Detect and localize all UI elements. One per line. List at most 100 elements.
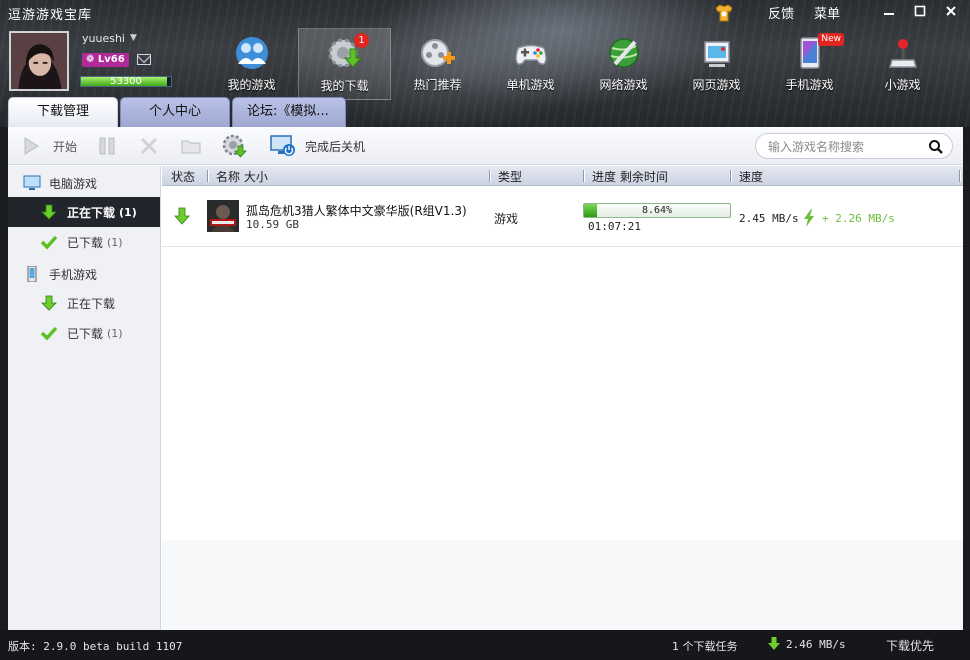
- sidebar-item-count: (1): [107, 235, 123, 249]
- column-separator: [489, 170, 491, 182]
- minimize-icon[interactable]: [873, 0, 904, 22]
- web-game-icon: [703, 41, 730, 67]
- download-arrow-icon: [41, 204, 57, 220]
- column-progress[interactable]: 进度 剩余时间: [592, 168, 668, 185]
- nav-single-player[interactable]: 单机游戏: [484, 28, 577, 100]
- delete-icon: [140, 137, 158, 155]
- game-size: 10.59 GB: [246, 218, 299, 231]
- monitor-power-icon: [270, 135, 295, 156]
- search-input[interactable]: [768, 138, 918, 155]
- top-links: 反馈 菜单: [714, 3, 840, 22]
- download-list: 状态 名称 大小 类型 进度 剩余时间 速度 孤岛危机3猎人繁体中文豪华版(R组…: [162, 166, 963, 540]
- menu-link[interactable]: 菜单: [814, 3, 840, 22]
- settings-button[interactable]: [221, 133, 247, 159]
- joystick-icon: [888, 39, 917, 68]
- task-count: 1 个下载任务: [672, 640, 738, 653]
- sidebar-item-label: 正在下载: [67, 296, 116, 311]
- nav-label: 手机游戏: [785, 78, 834, 92]
- sidebar-group-label: 手机游戏: [49, 267, 98, 282]
- avatar-image: [11, 33, 67, 89]
- exp-value: 53300: [110, 76, 142, 87]
- nav-label: 热门推荐: [413, 78, 462, 92]
- nav-label: 小游戏: [884, 78, 921, 92]
- column-type[interactable]: 类型: [498, 168, 522, 185]
- hot-film-icon: [420, 39, 455, 67]
- pause-button[interactable]: [96, 133, 118, 159]
- download-speed: 2.45 MB/s: [739, 212, 799, 225]
- tab-personal-center[interactable]: 个人中心: [120, 97, 230, 127]
- window-controls: [873, 0, 966, 22]
- column-name-size[interactable]: 名称 大小: [216, 168, 268, 185]
- column-separator: [730, 170, 732, 182]
- close-icon[interactable]: [935, 0, 966, 22]
- total-speed: 2.46 MB/s: [786, 638, 846, 651]
- sidebar-item-label: 正在下载: [67, 205, 116, 220]
- tab-download-manager[interactable]: 下载管理: [8, 97, 118, 127]
- nav-mini-games[interactable]: 小游戏: [856, 28, 949, 100]
- open-folder-button[interactable]: [180, 133, 202, 159]
- level-text: Lv66: [97, 54, 125, 65]
- sidebar-item-mobile-downloaded[interactable]: 已下载 (1): [8, 318, 160, 348]
- user-dropdown-icon[interactable]: ▼: [130, 33, 137, 43]
- list-empty-area: [162, 540, 963, 630]
- nav-label: 网页游戏: [692, 78, 741, 92]
- start-label: 开始: [53, 139, 78, 154]
- tab-forum[interactable]: 论坛:《模拟...: [232, 97, 346, 127]
- nav-hot-picks[interactable]: 热门推荐: [391, 28, 484, 100]
- feedback-link[interactable]: 反馈: [768, 3, 794, 22]
- tab-bar: 下载管理 个人中心 论坛:《模拟...: [8, 97, 348, 127]
- nav-web-games[interactable]: 网页游戏: [670, 28, 763, 100]
- search-box: [755, 133, 953, 159]
- main-nav: 我的游戏 1 我的下载 热门推荐 单机游戏 网络游戏 网页游戏 New 手机游戏…: [205, 28, 949, 100]
- start-button[interactable]: 开始: [20, 133, 77, 159]
- download-panel: 开始 完成后关机 输入游戏名称搜索 电脑游戏 正在下载 (1) 已下载 (1) …: [8, 127, 963, 630]
- column-separator: [959, 170, 961, 182]
- delete-button[interactable]: [138, 133, 160, 159]
- nav-online-games[interactable]: 网络游戏: [577, 28, 670, 100]
- download-arrow-icon: [768, 637, 780, 650]
- window-frame-right: [963, 127, 970, 630]
- check-icon: [41, 235, 57, 250]
- sidebar-item-mobile-downloading[interactable]: 正在下载: [8, 288, 160, 318]
- exp-bar: 53300: [80, 76, 172, 87]
- shutdown-after-complete-button[interactable]: 完成后关机: [270, 133, 365, 159]
- column-speed[interactable]: 速度: [739, 168, 763, 185]
- nav-label: 我的下载: [320, 79, 369, 93]
- play-icon: [24, 137, 39, 155]
- download-priority-button[interactable]: 下载优先: [886, 637, 934, 654]
- nav-my-downloads[interactable]: 1 我的下载: [298, 28, 391, 100]
- gamepad-icon: [514, 44, 547, 65]
- nav-mobile-games[interactable]: New 手机游戏: [763, 28, 856, 100]
- sidebar-group-pc-games[interactable]: 电脑游戏: [8, 169, 160, 197]
- list-header: 状态 名称 大小 类型 进度 剩余时间 速度: [162, 166, 963, 186]
- pause-icon: [99, 137, 115, 155]
- table-row[interactable]: 孤岛危机3猎人繁体中文豪华版(R组V1.3) 10.59 GB 游戏 8.64%…: [162, 187, 963, 247]
- username[interactable]: yuueshi: [82, 32, 125, 45]
- nav-my-games[interactable]: 我的游戏: [205, 28, 298, 100]
- category-sidebar: 电脑游戏 正在下载 (1) 已下载 (1) 手机游戏 正在下载 已下载 (1): [8, 166, 161, 630]
- downloading-status-icon: [174, 207, 190, 225]
- mobile-phone-icon: [27, 266, 37, 282]
- sidebar-group-mobile-games[interactable]: 手机游戏: [8, 260, 160, 288]
- sidebar-group-label: 电脑游戏: [49, 176, 98, 191]
- maximize-icon[interactable]: [904, 0, 935, 22]
- mail-icon[interactable]: [137, 54, 151, 65]
- progress-bar: 8.64%: [583, 203, 731, 218]
- game-type: 游戏: [494, 212, 519, 226]
- sidebar-item-pc-downloaded[interactable]: 已下载 (1): [8, 227, 160, 257]
- column-status[interactable]: 状态: [171, 168, 195, 185]
- nav-label: 单机游戏: [506, 78, 555, 92]
- column-separator: [207, 170, 209, 182]
- boost-lightning-icon: [804, 209, 814, 227]
- nav-label: 我的游戏: [227, 78, 276, 92]
- remaining-time: 01:07:21: [588, 220, 641, 233]
- toolbar: 开始 完成后关机: [8, 127, 963, 165]
- sidebar-item-count: (1): [119, 205, 137, 219]
- nav-label: 网络游戏: [599, 78, 648, 92]
- search-icon[interactable]: [928, 139, 944, 155]
- download-count-badge: 1: [354, 33, 369, 48]
- avatar[interactable]: [9, 31, 69, 91]
- sidebar-item-pc-downloading[interactable]: 正在下载 (1): [8, 197, 160, 227]
- skin-shirt-icon[interactable]: [714, 3, 734, 22]
- window-frame-left: [0, 127, 8, 630]
